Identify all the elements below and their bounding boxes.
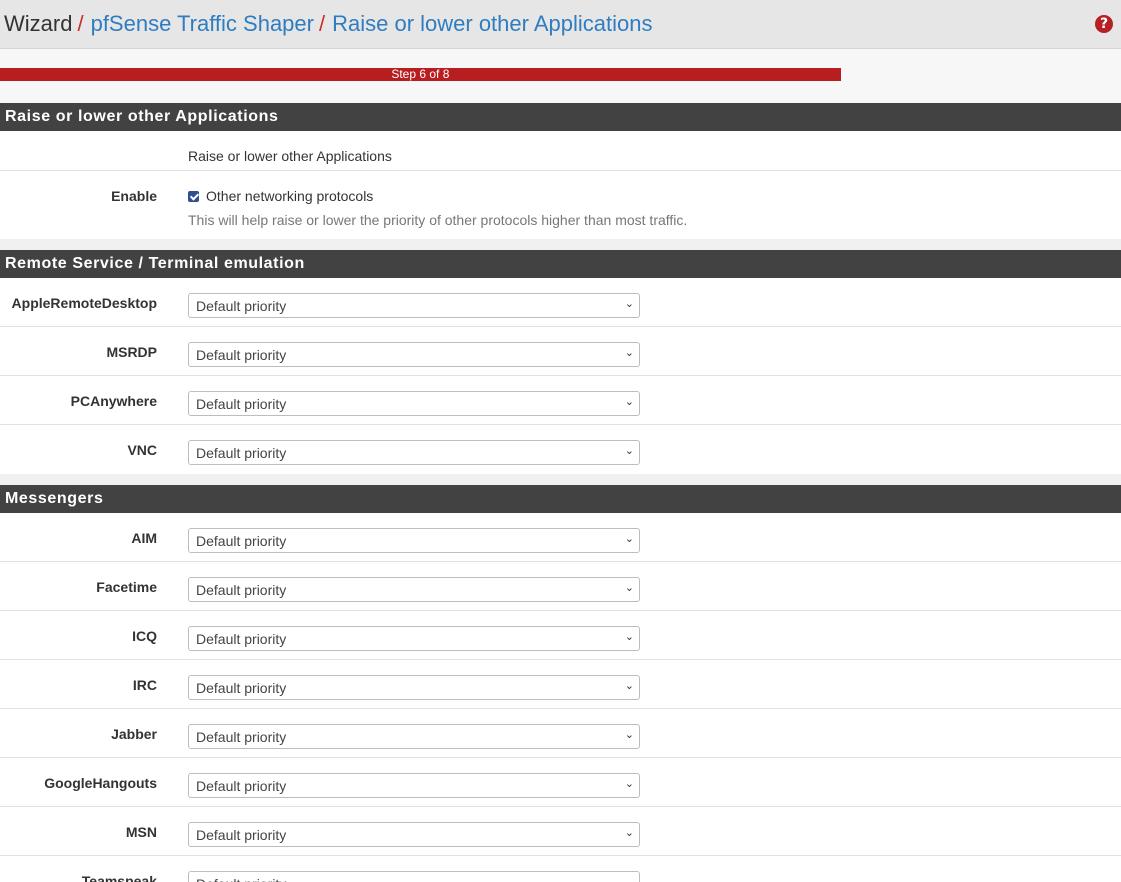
priority-select-icq[interactable]: Default priority (188, 626, 640, 651)
field-label: GoogleHangouts (44, 775, 157, 791)
priority-select-facetime[interactable]: Default priority (188, 577, 640, 602)
field-label: Facetime (96, 579, 157, 595)
field-label: VNC (127, 442, 157, 458)
row-msn: MSN Default priority ⌄ (0, 807, 1121, 856)
row-pcanywhere: PCAnywhere Default priority ⌄ (0, 376, 1121, 425)
field-label: Teamspeak (81, 873, 157, 882)
row-jabber: Jabber Default priority ⌄ (0, 709, 1121, 758)
page-header: Wizard / pfSense Traffic Shaper / Raise … (0, 0, 1121, 49)
row-appleremotedesktop: AppleRemoteDesktop Default priority ⌄ (0, 278, 1121, 327)
breadcrumb-separator: / (77, 11, 84, 36)
enable-checkbox-wrap[interactable]: Other networking protocols (188, 188, 687, 204)
priority-select-jabber[interactable]: Default priority (188, 724, 640, 749)
field-label: IRC (132, 677, 157, 693)
enable-help-text: This will help raise or lower the priori… (188, 212, 688, 228)
breadcrumb-root: Wizard (4, 11, 73, 36)
wizard-progress-bar: Step 6 of 8 (0, 68, 841, 81)
row-googlehangouts: GoogleHangouts Default priority ⌄ (0, 758, 1121, 807)
field-label: MSRDP (106, 344, 157, 360)
field-label: Jabber (111, 726, 157, 742)
priority-select-msn[interactable]: Default priority (188, 822, 640, 847)
row-teamspeak: Teamspeak Default priority ⌄ (0, 856, 1121, 882)
breadcrumb-link-current[interactable]: Raise or lower other Applications (332, 11, 652, 37)
field-label: MSN (125, 824, 157, 840)
priority-select-appleremotedesktop[interactable]: Default priority (188, 293, 640, 318)
priority-select-pcanywhere[interactable]: Default priority (188, 391, 640, 416)
priority-select-googlehangouts[interactable]: Default priority (188, 773, 640, 798)
enable-row: Enable Other networking protocols This w… (0, 171, 1121, 239)
description-row: Raise or lower other Applications (0, 131, 1121, 171)
priority-select-irc[interactable]: Default priority (188, 675, 640, 700)
section-header-messengers: Messengers (0, 485, 1121, 513)
row-aim: AIM Default priority ⌄ (0, 513, 1121, 562)
section-header-other-apps: Raise or lower other Applications (0, 103, 1121, 131)
priority-select-teamspeak[interactable]: Default priority (188, 871, 640, 882)
enable-label: Enable (111, 188, 157, 204)
enable-checkbox[interactable] (188, 191, 199, 202)
priority-select-aim[interactable]: Default priority (188, 528, 640, 553)
field-label: PCAnywhere (70, 393, 157, 409)
section-gap (0, 239, 1121, 250)
breadcrumb: Wizard / pfSense Traffic Shaper / Raise … (4, 11, 653, 37)
row-icq: ICQ Default priority ⌄ (0, 611, 1121, 660)
enable-content: Other networking protocols This will hel… (170, 188, 687, 228)
row-irc: IRC Default priority ⌄ (0, 660, 1121, 709)
row-facetime: Facetime Default priority ⌄ (0, 562, 1121, 611)
field-label: ICQ (132, 628, 157, 644)
row-msrdp: MSRDP Default priority ⌄ (0, 327, 1121, 376)
priority-select-vnc[interactable]: Default priority (188, 440, 640, 465)
section-gap (0, 474, 1121, 485)
row-vnc: VNC Default priority ⌄ (0, 425, 1121, 474)
priority-select-msrdp[interactable]: Default priority (188, 342, 640, 367)
breadcrumb-link-traffic-shaper[interactable]: pfSense Traffic Shaper (91, 11, 314, 37)
enable-checkbox-label[interactable]: Other networking protocols (206, 188, 373, 204)
field-label: AIM (131, 530, 157, 546)
progress-area: Step 6 of 8 (0, 49, 1121, 103)
field-label: AppleRemoteDesktop (11, 295, 157, 311)
section-description: Raise or lower other Applications (188, 148, 392, 164)
help-icon[interactable]: ? (1095, 15, 1113, 33)
breadcrumb-separator: / (318, 11, 326, 36)
section-header-remote: Remote Service / Terminal emulation (0, 250, 1121, 278)
form: Raise or lower other Applications Raise … (0, 103, 1121, 882)
